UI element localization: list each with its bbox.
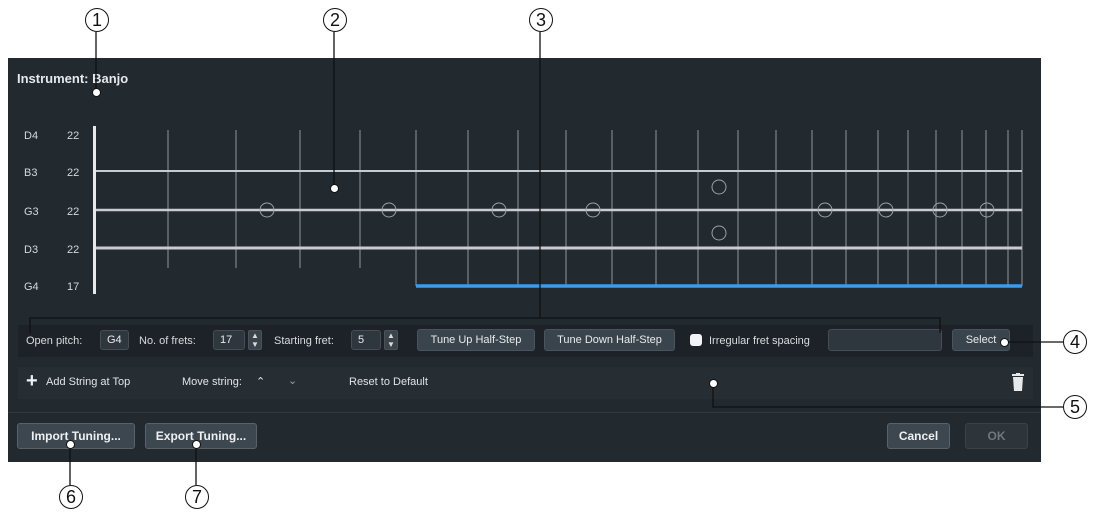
fretboard[interactable] [8, 58, 1041, 298]
string-frets-d4: 22 [67, 130, 80, 142]
callout-dot-6 [66, 440, 75, 449]
callout-dot-5 [709, 379, 718, 388]
nut [93, 126, 96, 294]
chevron-down-icon[interactable]: ▼ [387, 340, 395, 349]
trash-icon[interactable] [1011, 373, 1025, 391]
starting-fret-field[interactable]: 5 [351, 330, 381, 350]
callout-dot-1 [92, 88, 101, 97]
string-name-g4: G4 [24, 281, 39, 293]
num-frets-label: No. of frets: [139, 335, 196, 347]
move-down-icon[interactable]: ⌄ [288, 374, 297, 387]
callout-7: 7 [185, 485, 209, 509]
num-frets-stepper[interactable]: ▲ ▼ [248, 330, 262, 350]
starting-fret-stepper[interactable]: ▲ ▼ [384, 330, 398, 350]
tune-up-button[interactable]: Tune Up Half-Step [417, 329, 535, 351]
add-string-button[interactable]: Add String at Top [46, 376, 130, 388]
ok-button[interactable]: OK [965, 423, 1028, 449]
callout-1: 1 [85, 8, 109, 32]
open-pitch-field[interactable]: G4 [100, 330, 129, 350]
callout-3: 3 [529, 8, 553, 32]
strings [96, 170, 1022, 250]
chevron-down-icon[interactable]: ▼ [251, 340, 259, 349]
footer-divider [8, 412, 1041, 413]
string-frets-b3: 22 [67, 167, 80, 179]
import-tuning-button[interactable]: Import Tuning... [17, 423, 135, 449]
callout-4: 4 [1063, 330, 1087, 354]
chevron-up-icon[interactable]: ▲ [387, 331, 395, 340]
string-frets-g4: 17 [67, 281, 80, 293]
move-string-label: Move string: [182, 376, 242, 388]
export-tuning-button[interactable]: Export Tuning... [145, 423, 257, 449]
string-frets-g3: 22 [67, 206, 80, 218]
frets [167, 130, 1023, 286]
irregular-spacing-label: Irregular fret spacing [709, 335, 810, 347]
num-frets-field[interactable]: 17 [213, 330, 245, 350]
cancel-button[interactable]: Cancel [887, 423, 950, 449]
callout-5: 5 [1063, 395, 1087, 419]
chevron-up-icon[interactable]: ▲ [251, 331, 259, 340]
callout-6: 6 [59, 485, 83, 509]
starting-fret-label: Starting fret: [274, 335, 334, 347]
reset-default-button[interactable]: Reset to Default [349, 376, 428, 388]
string-name-d3: D3 [24, 244, 39, 256]
string-name-d4: D4 [24, 130, 39, 142]
string-name-g3: G3 [24, 206, 39, 218]
move-up-icon[interactable]: ⌃ [256, 375, 265, 388]
callout-dot-7 [192, 440, 201, 449]
callout-dot-4 [1000, 338, 1009, 347]
string-name-b3: B3 [24, 167, 38, 179]
callout-2: 2 [323, 8, 347, 32]
tune-down-button[interactable]: Tune Down Half-Step [544, 329, 675, 351]
plus-icon[interactable]: + [26, 370, 38, 392]
string-toolbar: + Add String at Top Move string: ⌃ ⌄ Res… [18, 367, 1033, 399]
irregular-spacing-checkbox[interactable] [690, 334, 702, 346]
string-settings-bar: Open pitch: G4 No. of frets: 17 ▲ ▼ Star… [18, 325, 1033, 357]
open-pitch-label: Open pitch: [26, 335, 83, 347]
edit-strings-dialog: Instrument: Banjo D4 22 B3 22 G3 22 D3 2… [8, 58, 1041, 462]
string-frets-d3: 22 [67, 244, 80, 256]
irregular-spacing-field[interactable] [828, 329, 942, 351]
callout-dot-2 [330, 184, 339, 193]
